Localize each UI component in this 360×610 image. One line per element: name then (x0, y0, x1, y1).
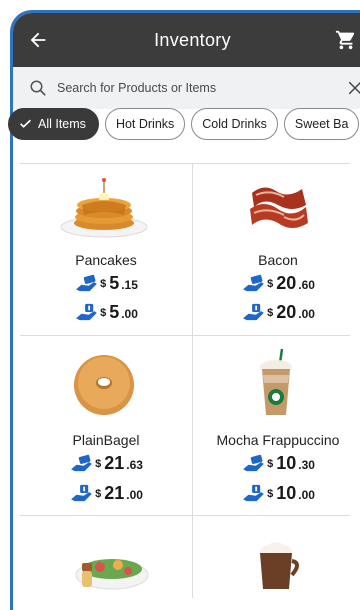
chip-sweet-bakery[interactable]: Sweet Ba (283, 108, 360, 140)
chip-cold-drinks[interactable]: Cold Drinks (191, 108, 278, 140)
chip-all-items[interactable]: All Items (8, 108, 99, 140)
product-name: Bacon (258, 252, 298, 268)
product-card-plain-bagel[interactable]: PlainBagel $21.63 $21.00 (20, 335, 192, 515)
product-card-pancakes[interactable]: Pancakes $5.15 $5.00 (20, 163, 192, 335)
chip-label: All Items (38, 117, 86, 131)
product-name: PlainBagel (72, 432, 140, 448)
search-bar (13, 67, 360, 109)
hot-chocolate-image (260, 542, 299, 589)
price-tag-hand-icon (243, 274, 264, 292)
product-name: Pancakes (75, 252, 137, 268)
bacon-image (250, 187, 308, 228)
cost-price: $20.00 (192, 302, 360, 323)
page-title: Inventory (154, 30, 231, 50)
price-tag-hand-icon (243, 454, 264, 472)
product-card-salad[interactable] (20, 515, 192, 605)
cost-price: $10.00 (192, 483, 360, 504)
coin-hand-icon (243, 484, 264, 502)
search-icon (30, 80, 46, 96)
selling-price: $21.63 (20, 453, 192, 474)
coin-hand-icon (71, 484, 92, 502)
product-name: Mocha Frappuccino (216, 432, 340, 448)
product-card-hot-chocolate[interactable] (192, 515, 360, 605)
search-input[interactable] (57, 75, 307, 101)
frappuccino-image (260, 349, 292, 415)
pancakes-image (60, 178, 148, 238)
price-tag-hand-icon (71, 454, 92, 472)
cart-icon[interactable] (335, 29, 357, 51)
product-card-mocha-frappuccino[interactable]: Mocha Frappuccino $10.30 $10.00 (192, 335, 360, 515)
selling-price: $10.30 (192, 453, 360, 474)
price-tag-hand-icon (76, 274, 97, 292)
chip-hot-drinks[interactable]: Hot Drinks (104, 108, 186, 140)
product-card-bacon[interactable]: Bacon $20.60 $20.00 (192, 163, 360, 335)
close-icon[interactable] (347, 80, 360, 96)
category-chips: All Items Hot Drinks Cold Drinks Sweet Ba (8, 108, 360, 140)
selling-price: $5.15 (20, 273, 192, 294)
check-icon (20, 119, 31, 129)
salad-image (75, 559, 149, 590)
cost-price: $5.00 (20, 302, 192, 323)
coin-hand-icon (76, 303, 97, 321)
coin-hand-icon (243, 303, 264, 321)
selling-price: $20.60 (192, 273, 360, 294)
bagel-image (74, 355, 134, 415)
top-app-bar: Inventory (13, 13, 360, 67)
cost-price: $21.00 (20, 483, 192, 504)
